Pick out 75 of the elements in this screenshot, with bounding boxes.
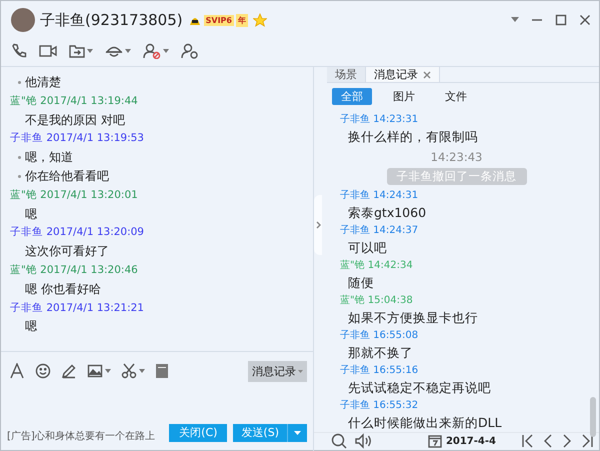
message-header: 子非鱼 16:55:16 [340,364,418,378]
next-icon[interactable] [562,434,572,448]
message-header: 蓝"铯 2017/4/1 13:20:46 [10,262,139,278]
emoji-icon[interactable] [35,363,51,379]
chevron-right-icon [316,221,320,229]
message-header: 子非鱼 16:55:32 [340,398,418,413]
caret-icon [87,49,93,53]
avatar[interactable] [11,8,35,32]
collapse-handle[interactable] [314,195,322,255]
caret-icon [139,369,145,373]
last-page-icon[interactable] [581,434,593,448]
message-text: 随便 [348,275,374,290]
dropdown-icon[interactable] [511,17,519,23]
message-text: 如果不方便换显卡也行 [348,310,478,325]
history-button[interactable]: 消息记录 [248,360,307,382]
caret-icon [163,49,169,53]
message-header: 子非鱼 2017/4/1 13:19:53 [10,131,145,146]
shake-icon[interactable] [155,363,169,379]
filter-tab[interactable]: 文件 [436,88,476,105]
message-text: 嗯 你也看好哈 [25,280,101,298]
folder-transfer-icon[interactable] [69,43,85,59]
message-text: 嗯，知道 [25,149,73,166]
message-text: 嗯 [25,206,37,223]
message-text: 他清楚 [25,74,61,91]
panel-tab[interactable]: 场景 [327,67,366,82]
pencil-icon[interactable] [61,363,77,379]
message-header: 蓝"铯 15:04:38 [340,294,413,308]
message-header: 子非鱼 14:23:31 [340,112,418,127]
caret-icon [294,431,301,435]
font-icon[interactable] [9,363,25,379]
message-text: 不是我的原因 对吧 [25,112,125,129]
message-header: 蓝"铯 2017/4/1 13:19:44 [10,94,139,109]
close-icon[interactable] [579,14,591,26]
ad-text[interactable]: [广告]心和身体总要有一个在路上 [7,429,155,443]
message-text: 这次你可看好了 [25,243,109,260]
close-icon[interactable] [423,70,431,78]
calendar-icon[interactable] [428,434,442,448]
user-settings-icon[interactable] [181,43,199,59]
panel-tab[interactable]: 消息记录 [366,67,440,82]
year-badge: 年 [236,14,248,26]
message-header: 子非鱼 16:55:08 [340,328,418,343]
message-text: 可以吧 [348,240,387,255]
message-header: 蓝"铯 14:42:34 [340,258,413,273]
message-text: 什么时候能做出来新的DLL [348,415,502,430]
message-header: 子非鱼 2017/4/1 13:20:09 [10,225,145,240]
message-header: 子非鱼 14:24:31 [340,188,418,203]
vip-badge: SVIP6 [204,14,234,26]
message-header: 子非鱼 2017/4/1 13:21:21 [10,300,145,316]
message-text: 先试试稳定不稳定再说吧 [348,380,491,395]
caret-icon [298,370,303,372]
image-icon[interactable] [87,363,103,379]
message-text: 换什么样的，有限制吗 [348,129,478,144]
scrollbar-thumb[interactable] [590,397,596,437]
window-title: 子非鱼(923173805) [40,10,183,30]
scissors-icon[interactable] [121,363,137,379]
filter-tab[interactable]: 图片 [384,88,424,105]
message-text: 那就不换了 [348,345,413,360]
message-text: 索泰gtx1060 [348,205,426,220]
message-text: 嗯 [25,318,37,336]
speaker-icon[interactable] [355,433,373,449]
message-header: 蓝"铯 2017/4/1 13:20:01 [10,188,139,203]
message-text: 你在给他看看吧 [25,168,109,185]
caret-icon [125,49,131,53]
message-header: 子非鱼 14:24:37 [340,224,418,238]
notice-time: 14:23:43 [430,149,482,166]
caret-icon [105,369,111,373]
date-label[interactable]: 2017-4-4 [446,436,496,446]
first-page-icon[interactable] [522,434,534,448]
previous-icon[interactable] [543,434,553,448]
maximize-icon[interactable] [555,14,567,26]
star-icon [252,13,267,27]
video-camera-icon[interactable] [39,43,57,59]
search-icon[interactable] [331,433,347,449]
phone-icon[interactable] [11,43,27,59]
user-block-icon[interactable] [143,43,161,59]
